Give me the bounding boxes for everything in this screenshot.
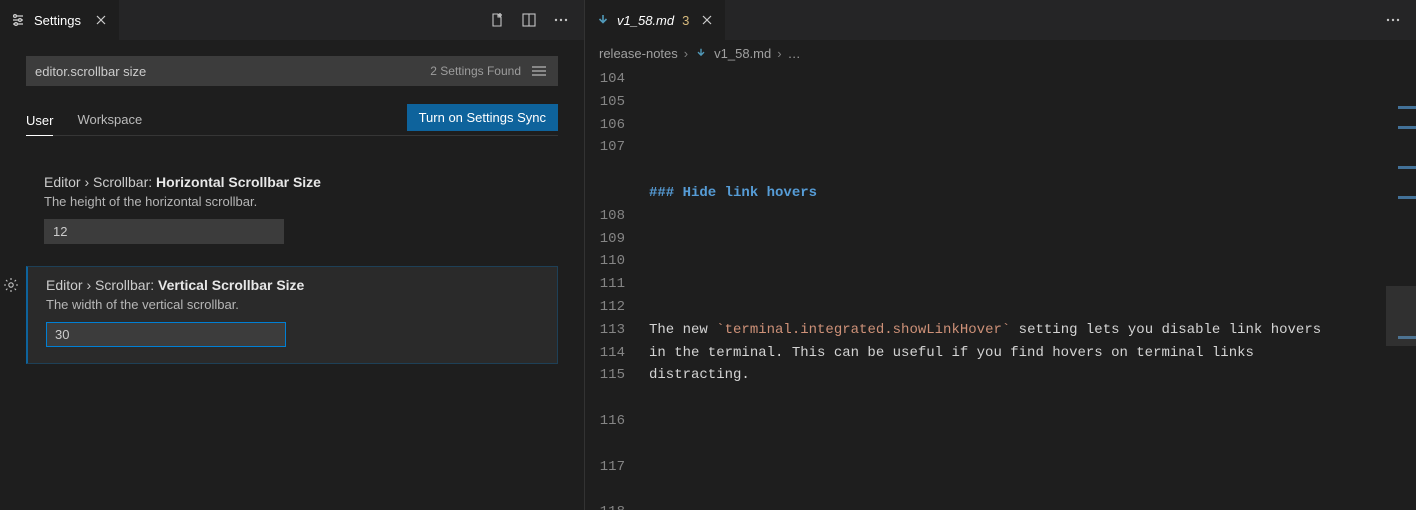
setting-vertical-scrollbar-size: Editor › Scrollbar: Vertical Scrollbar S… bbox=[26, 266, 558, 364]
tab-settings[interactable]: Settings bbox=[0, 0, 119, 40]
settings-search-input[interactable] bbox=[35, 64, 430, 79]
filter-icon[interactable] bbox=[529, 61, 549, 81]
chevron-right-icon: › bbox=[777, 46, 781, 61]
code-content[interactable]: ### Hide link hovers The new `terminal.i… bbox=[643, 66, 1386, 510]
line-number-gutter: 104105106107 108109110111112113114115 116 1… bbox=[585, 66, 643, 510]
line-number bbox=[585, 182, 643, 205]
breadcrumb-more[interactable]: … bbox=[788, 46, 801, 61]
setting-value-input[interactable] bbox=[44, 219, 284, 244]
chevron-right-icon: › bbox=[684, 46, 688, 61]
right-tab-actions bbox=[1384, 11, 1416, 29]
line-number bbox=[585, 387, 643, 410]
line-number: 115 bbox=[585, 364, 643, 387]
minimap[interactable] bbox=[1386, 66, 1416, 510]
editor-pane: v1_58.md 3 release-notes › v1_58.md › … … bbox=[585, 0, 1416, 510]
breadcrumb-file[interactable]: v1_58.md bbox=[714, 46, 771, 61]
line-number: 106 bbox=[585, 114, 643, 137]
code-line: The new `terminal.integrated.showLinkHov… bbox=[643, 319, 1346, 387]
setting-input-wrap bbox=[46, 322, 286, 347]
gear-icon[interactable] bbox=[2, 276, 20, 294]
line-number bbox=[585, 159, 643, 182]
line-number: 117 bbox=[585, 456, 643, 479]
line-number: 108 bbox=[585, 205, 643, 228]
left-tab-actions bbox=[488, 11, 584, 29]
line-number: 112 bbox=[585, 296, 643, 319]
setting-title: Editor › Scrollbar: Vertical Scrollbar S… bbox=[46, 277, 539, 293]
close-icon[interactable] bbox=[93, 12, 109, 28]
tab-git-count: 3 bbox=[682, 13, 689, 28]
settings-scope-tabs: User Workspace Turn on Settings Sync bbox=[26, 102, 558, 136]
line-number: 109 bbox=[585, 228, 643, 251]
tab-file-label: v1_58.md bbox=[617, 13, 674, 28]
settings-pane: Settings 2 Settin bbox=[0, 0, 585, 510]
line-number: 105 bbox=[585, 91, 643, 114]
right-tab-bar: v1_58.md 3 bbox=[585, 0, 1416, 40]
settings-list-icon bbox=[10, 12, 26, 28]
breadcrumb[interactable]: release-notes › v1_58.md › … bbox=[585, 40, 1416, 66]
code-line bbox=[643, 250, 1346, 273]
scope-workspace-tab[interactable]: Workspace bbox=[77, 112, 142, 135]
setting-description: The width of the vertical scrollbar. bbox=[46, 297, 539, 312]
setting-horizontal-scrollbar-size: Editor › Scrollbar: Horizontal Scrollbar… bbox=[26, 164, 558, 260]
settings-sync-button[interactable]: Turn on Settings Sync bbox=[407, 104, 558, 131]
line-number bbox=[585, 478, 643, 501]
split-editor-icon[interactable] bbox=[520, 11, 538, 29]
setting-title: Editor › Scrollbar: Horizontal Scrollbar… bbox=[44, 174, 540, 190]
new-file-icon[interactable] bbox=[488, 11, 506, 29]
settings-body: 2 Settings Found User Workspace Turn on … bbox=[0, 40, 584, 510]
line-number: 114 bbox=[585, 342, 643, 365]
tab-file[interactable]: v1_58.md 3 bbox=[585, 0, 725, 40]
left-tab-bar: Settings bbox=[0, 0, 584, 40]
arrow-down-icon bbox=[694, 46, 708, 60]
arrow-down-icon bbox=[595, 12, 611, 28]
code-line: ### Hide link hovers bbox=[643, 182, 1346, 205]
minimap-viewport[interactable] bbox=[1386, 286, 1416, 346]
breadcrumb-folder[interactable]: release-notes bbox=[599, 46, 678, 61]
settings-results-count: 2 Settings Found bbox=[430, 64, 521, 78]
setting-value-input[interactable] bbox=[46, 322, 286, 347]
code-line bbox=[643, 114, 1346, 137]
more-icon[interactable] bbox=[1384, 11, 1402, 29]
line-number: 110 bbox=[585, 250, 643, 273]
tab-settings-label: Settings bbox=[34, 13, 81, 28]
line-number: 104 bbox=[585, 68, 643, 91]
settings-search[interactable]: 2 Settings Found bbox=[26, 56, 558, 86]
line-number: 111 bbox=[585, 273, 643, 296]
line-number: 116 bbox=[585, 410, 643, 433]
more-icon[interactable] bbox=[552, 11, 570, 29]
scope-user-tab[interactable]: User bbox=[26, 113, 53, 136]
setting-description: The height of the horizontal scrollbar. bbox=[44, 194, 540, 209]
line-number: 113 bbox=[585, 319, 643, 342]
line-number bbox=[585, 433, 643, 456]
line-number: 107 bbox=[585, 136, 643, 159]
settings-list: Editor › Scrollbar: Horizontal Scrollbar… bbox=[26, 164, 558, 364]
setting-input-wrap bbox=[44, 219, 284, 244]
close-icon[interactable] bbox=[699, 12, 715, 28]
editor-area[interactable]: 104105106107 108109110111112113114115 116 1… bbox=[585, 66, 1416, 510]
line-number: 118 bbox=[585, 501, 643, 510]
